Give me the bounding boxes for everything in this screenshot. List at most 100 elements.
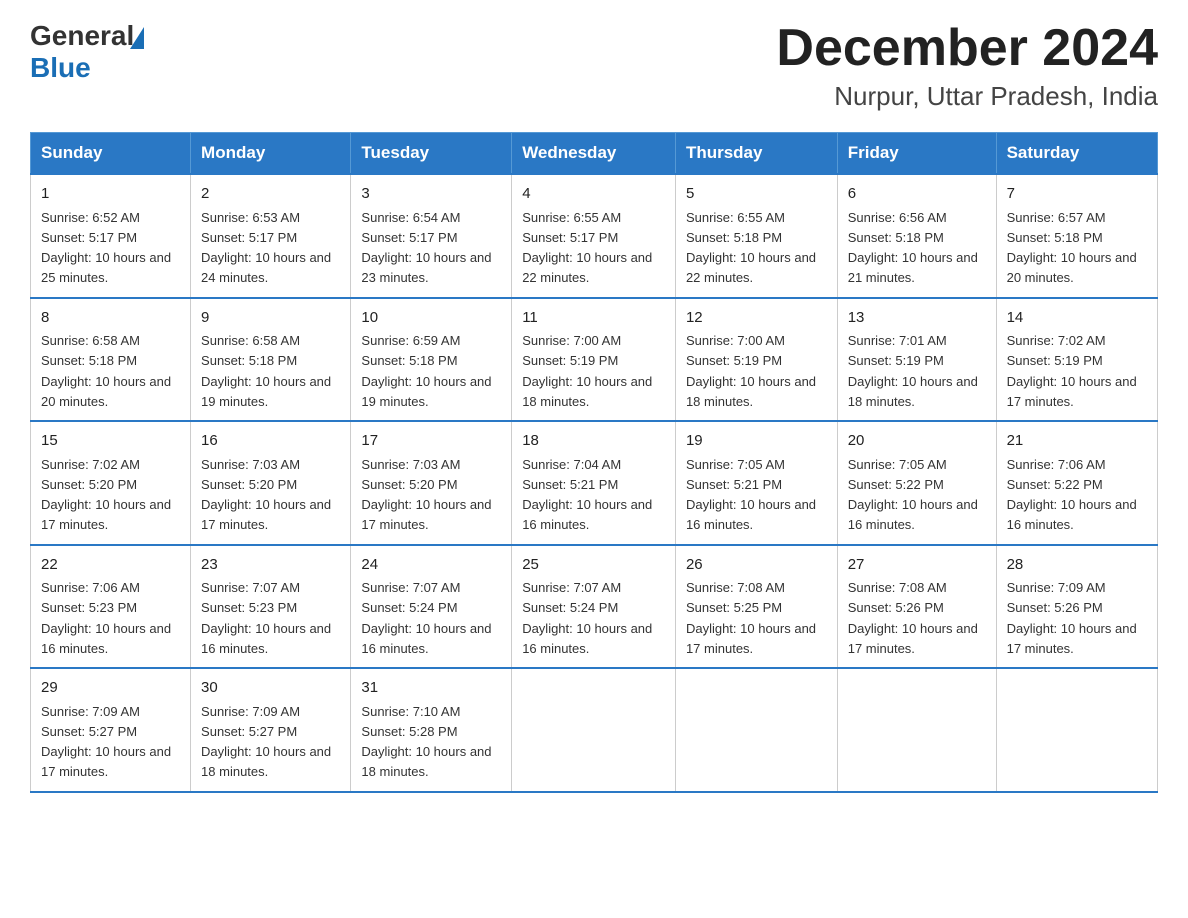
calendar-table: Sunday Monday Tuesday Wednesday Thursday… bbox=[30, 132, 1158, 793]
table-row: 15 Sunrise: 7:02 AMSunset: 5:20 PMDaylig… bbox=[31, 421, 191, 545]
day-number: 15 bbox=[41, 430, 180, 453]
day-info: Sunrise: 6:55 AMSunset: 5:17 PMDaylight:… bbox=[522, 210, 652, 286]
col-thursday: Thursday bbox=[675, 133, 837, 175]
table-row: 7 Sunrise: 6:57 AMSunset: 5:18 PMDayligh… bbox=[996, 174, 1157, 298]
page-header: General Blue December 2024 Nurpur, Uttar… bbox=[30, 20, 1158, 112]
day-info: Sunrise: 7:01 AMSunset: 5:19 PMDaylight:… bbox=[848, 333, 978, 409]
day-number: 28 bbox=[1007, 554, 1147, 577]
table-row: 20 Sunrise: 7:05 AMSunset: 5:22 PMDaylig… bbox=[837, 421, 996, 545]
day-info: Sunrise: 7:08 AMSunset: 5:25 PMDaylight:… bbox=[686, 580, 816, 656]
day-number: 13 bbox=[848, 307, 986, 330]
day-info: Sunrise: 6:58 AMSunset: 5:18 PMDaylight:… bbox=[201, 333, 331, 409]
table-row: 5 Sunrise: 6:55 AMSunset: 5:18 PMDayligh… bbox=[675, 174, 837, 298]
table-row: 16 Sunrise: 7:03 AMSunset: 5:20 PMDaylig… bbox=[191, 421, 351, 545]
location-title: Nurpur, Uttar Pradesh, India bbox=[776, 81, 1158, 112]
table-row: 8 Sunrise: 6:58 AMSunset: 5:18 PMDayligh… bbox=[31, 298, 191, 422]
week-row-4: 22 Sunrise: 7:06 AMSunset: 5:23 PMDaylig… bbox=[31, 545, 1158, 669]
day-info: Sunrise: 6:52 AMSunset: 5:17 PMDaylight:… bbox=[41, 210, 171, 286]
day-number: 23 bbox=[201, 554, 340, 577]
day-info: Sunrise: 7:04 AMSunset: 5:21 PMDaylight:… bbox=[522, 457, 652, 533]
day-info: Sunrise: 7:07 AMSunset: 5:23 PMDaylight:… bbox=[201, 580, 331, 656]
day-number: 26 bbox=[686, 554, 827, 577]
table-row: 23 Sunrise: 7:07 AMSunset: 5:23 PMDaylig… bbox=[191, 545, 351, 669]
day-info: Sunrise: 7:07 AMSunset: 5:24 PMDaylight:… bbox=[522, 580, 652, 656]
table-row: 30 Sunrise: 7:09 AMSunset: 5:27 PMDaylig… bbox=[191, 668, 351, 792]
col-friday: Friday bbox=[837, 133, 996, 175]
table-row: 2 Sunrise: 6:53 AMSunset: 5:17 PMDayligh… bbox=[191, 174, 351, 298]
day-info: Sunrise: 6:55 AMSunset: 5:18 PMDaylight:… bbox=[686, 210, 816, 286]
day-info: Sunrise: 6:54 AMSunset: 5:17 PMDaylight:… bbox=[361, 210, 491, 286]
table-row: 24 Sunrise: 7:07 AMSunset: 5:24 PMDaylig… bbox=[351, 545, 512, 669]
day-number: 2 bbox=[201, 183, 340, 206]
week-row-3: 15 Sunrise: 7:02 AMSunset: 5:20 PMDaylig… bbox=[31, 421, 1158, 545]
day-info: Sunrise: 7:09 AMSunset: 5:27 PMDaylight:… bbox=[41, 704, 171, 780]
col-monday: Monday bbox=[191, 133, 351, 175]
week-row-5: 29 Sunrise: 7:09 AMSunset: 5:27 PMDaylig… bbox=[31, 668, 1158, 792]
day-number: 10 bbox=[361, 307, 501, 330]
day-info: Sunrise: 6:57 AMSunset: 5:18 PMDaylight:… bbox=[1007, 210, 1137, 286]
day-number: 18 bbox=[522, 430, 665, 453]
day-number: 3 bbox=[361, 183, 501, 206]
day-info: Sunrise: 7:02 AMSunset: 5:20 PMDaylight:… bbox=[41, 457, 171, 533]
table-row: 11 Sunrise: 7:00 AMSunset: 5:19 PMDaylig… bbox=[512, 298, 676, 422]
day-number: 1 bbox=[41, 183, 180, 206]
day-info: Sunrise: 7:09 AMSunset: 5:27 PMDaylight:… bbox=[201, 704, 331, 780]
day-info: Sunrise: 7:03 AMSunset: 5:20 PMDaylight:… bbox=[201, 457, 331, 533]
table-row: 10 Sunrise: 6:59 AMSunset: 5:18 PMDaylig… bbox=[351, 298, 512, 422]
day-info: Sunrise: 7:05 AMSunset: 5:22 PMDaylight:… bbox=[848, 457, 978, 533]
table-row: 6 Sunrise: 6:56 AMSunset: 5:18 PMDayligh… bbox=[837, 174, 996, 298]
day-number: 21 bbox=[1007, 430, 1147, 453]
day-info: Sunrise: 7:02 AMSunset: 5:19 PMDaylight:… bbox=[1007, 333, 1137, 409]
table-row: 14 Sunrise: 7:02 AMSunset: 5:19 PMDaylig… bbox=[996, 298, 1157, 422]
day-number: 25 bbox=[522, 554, 665, 577]
table-row: 12 Sunrise: 7:00 AMSunset: 5:19 PMDaylig… bbox=[675, 298, 837, 422]
day-number: 5 bbox=[686, 183, 827, 206]
day-info: Sunrise: 7:06 AMSunset: 5:22 PMDaylight:… bbox=[1007, 457, 1137, 533]
table-row: 13 Sunrise: 7:01 AMSunset: 5:19 PMDaylig… bbox=[837, 298, 996, 422]
day-info: Sunrise: 7:08 AMSunset: 5:26 PMDaylight:… bbox=[848, 580, 978, 656]
day-number: 6 bbox=[848, 183, 986, 206]
col-wednesday: Wednesday bbox=[512, 133, 676, 175]
day-number: 12 bbox=[686, 307, 827, 330]
day-number: 7 bbox=[1007, 183, 1147, 206]
table-row: 3 Sunrise: 6:54 AMSunset: 5:17 PMDayligh… bbox=[351, 174, 512, 298]
day-number: 27 bbox=[848, 554, 986, 577]
day-info: Sunrise: 6:56 AMSunset: 5:18 PMDaylight:… bbox=[848, 210, 978, 286]
title-area: December 2024 Nurpur, Uttar Pradesh, Ind… bbox=[776, 20, 1158, 112]
table-row: 31 Sunrise: 7:10 AMSunset: 5:28 PMDaylig… bbox=[351, 668, 512, 792]
week-row-2: 8 Sunrise: 6:58 AMSunset: 5:18 PMDayligh… bbox=[31, 298, 1158, 422]
table-row: 18 Sunrise: 7:04 AMSunset: 5:21 PMDaylig… bbox=[512, 421, 676, 545]
table-row: 27 Sunrise: 7:08 AMSunset: 5:26 PMDaylig… bbox=[837, 545, 996, 669]
logo-triangle-icon bbox=[130, 27, 144, 49]
day-info: Sunrise: 6:53 AMSunset: 5:17 PMDaylight:… bbox=[201, 210, 331, 286]
day-number: 17 bbox=[361, 430, 501, 453]
day-info: Sunrise: 7:05 AMSunset: 5:21 PMDaylight:… bbox=[686, 457, 816, 533]
table-row bbox=[837, 668, 996, 792]
table-row: 26 Sunrise: 7:08 AMSunset: 5:25 PMDaylig… bbox=[675, 545, 837, 669]
week-row-1: 1 Sunrise: 6:52 AMSunset: 5:17 PMDayligh… bbox=[31, 174, 1158, 298]
day-number: 11 bbox=[522, 307, 665, 330]
day-info: Sunrise: 7:06 AMSunset: 5:23 PMDaylight:… bbox=[41, 580, 171, 656]
table-row: 25 Sunrise: 7:07 AMSunset: 5:24 PMDaylig… bbox=[512, 545, 676, 669]
table-row: 19 Sunrise: 7:05 AMSunset: 5:21 PMDaylig… bbox=[675, 421, 837, 545]
table-row: 21 Sunrise: 7:06 AMSunset: 5:22 PMDaylig… bbox=[996, 421, 1157, 545]
day-number: 19 bbox=[686, 430, 827, 453]
day-info: Sunrise: 7:00 AMSunset: 5:19 PMDaylight:… bbox=[522, 333, 652, 409]
table-row: 1 Sunrise: 6:52 AMSunset: 5:17 PMDayligh… bbox=[31, 174, 191, 298]
logo: General Blue bbox=[30, 20, 144, 84]
day-info: Sunrise: 7:00 AMSunset: 5:19 PMDaylight:… bbox=[686, 333, 816, 409]
col-sunday: Sunday bbox=[31, 133, 191, 175]
header-row: Sunday Monday Tuesday Wednesday Thursday… bbox=[31, 133, 1158, 175]
day-number: 29 bbox=[41, 677, 180, 700]
day-number: 30 bbox=[201, 677, 340, 700]
table-row: 9 Sunrise: 6:58 AMSunset: 5:18 PMDayligh… bbox=[191, 298, 351, 422]
day-info: Sunrise: 7:03 AMSunset: 5:20 PMDaylight:… bbox=[361, 457, 491, 533]
day-info: Sunrise: 6:58 AMSunset: 5:18 PMDaylight:… bbox=[41, 333, 171, 409]
day-number: 31 bbox=[361, 677, 501, 700]
day-number: 22 bbox=[41, 554, 180, 577]
table-row: 17 Sunrise: 7:03 AMSunset: 5:20 PMDaylig… bbox=[351, 421, 512, 545]
day-number: 16 bbox=[201, 430, 340, 453]
logo-blue-text: Blue bbox=[30, 52, 144, 84]
col-tuesday: Tuesday bbox=[351, 133, 512, 175]
day-info: Sunrise: 7:10 AMSunset: 5:28 PMDaylight:… bbox=[361, 704, 491, 780]
